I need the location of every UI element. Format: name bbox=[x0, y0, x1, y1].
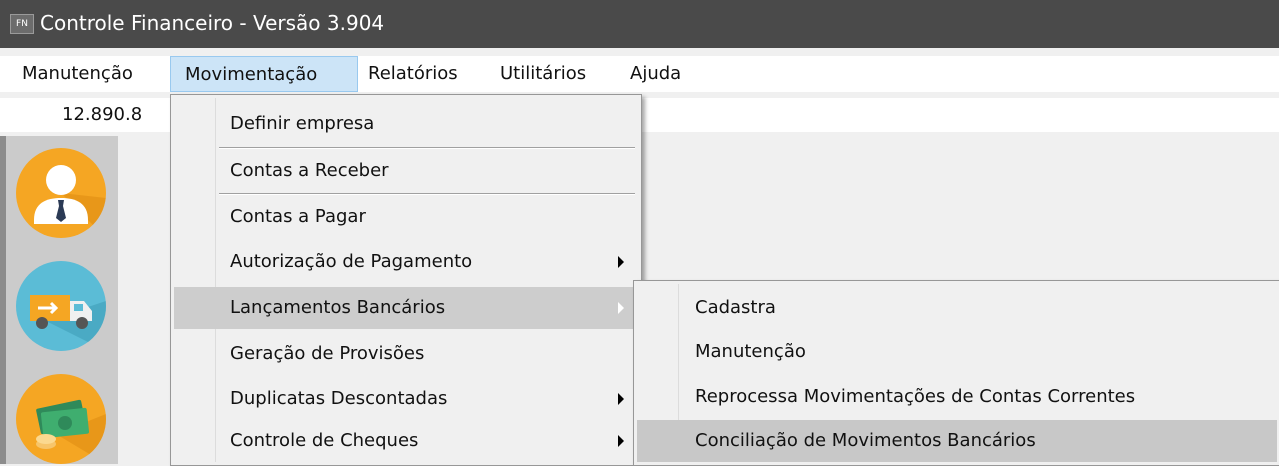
menu-utilitarios[interactable]: Utilitários bbox=[492, 56, 594, 92]
menu-item-label: Controle de Cheques bbox=[230, 430, 419, 451]
menu-separator bbox=[219, 147, 635, 149]
menu-item-label: Definir empresa bbox=[230, 113, 375, 134]
menu-separator bbox=[219, 193, 635, 195]
menu-manutencao[interactable]: Manutenção bbox=[14, 56, 141, 92]
menu-relatorios[interactable]: Relatórios bbox=[360, 56, 466, 92]
window-title: Controle Financeiro - Versão 3.904 bbox=[40, 11, 385, 35]
menu-item-label: Geração de Provisões bbox=[230, 343, 425, 364]
menu-item-geracao-de-provisoes[interactable]: Geração de Provisões bbox=[174, 333, 638, 375]
title-bar: FN Controle Financeiro - Versão 3.904 bbox=[0, 0, 1279, 48]
menu-item-label: Lançamentos Bancários bbox=[230, 297, 446, 318]
menu-item-label: Reprocessa Movimentações de Contas Corre… bbox=[695, 386, 1136, 407]
menu-item-cadastra[interactable]: Cadastra bbox=[637, 287, 1277, 329]
delivery-truck-icon[interactable] bbox=[16, 261, 106, 351]
menu-item-conciliacao-de-movimentos[interactable]: Conciliação de Movimentos Bancários bbox=[637, 420, 1277, 462]
lancamentos-bancarios-submenu: Cadastra Manutenção Reprocessa Movimenta… bbox=[633, 280, 1279, 466]
toolbar-edge bbox=[0, 136, 6, 464]
submenu-arrow-icon bbox=[618, 393, 624, 405]
menu-item-label: Manutenção bbox=[695, 341, 806, 362]
money-icon[interactable] bbox=[16, 374, 106, 464]
user-icon[interactable] bbox=[16, 148, 106, 238]
menu-item-label: Cadastra bbox=[695, 297, 776, 318]
app-icon[interactable]: FN bbox=[10, 14, 34, 34]
menu-item-controle-de-cheques[interactable]: Controle de Cheques bbox=[174, 420, 638, 462]
movimentacao-dropdown: Definir empresa Contas a Receber Contas … bbox=[170, 94, 642, 466]
menu-item-label: Duplicatas Descontadas bbox=[230, 388, 448, 409]
status-value: 12.890.8 bbox=[62, 104, 143, 125]
menu-item-contas-a-pagar[interactable]: Contas a Pagar bbox=[174, 196, 638, 238]
menu-item-contas-a-receber[interactable]: Contas a Receber bbox=[174, 150, 638, 192]
menu-item-label: Autorização de Pagamento bbox=[230, 251, 473, 272]
submenu-arrow-icon bbox=[618, 435, 624, 447]
menu-item-label: Contas a Pagar bbox=[230, 206, 366, 227]
menu-item-label: Contas a Receber bbox=[230, 160, 389, 181]
menu-ajuda[interactable]: Ajuda bbox=[622, 56, 689, 92]
menu-item-duplicatas-descontadas[interactable]: Duplicatas Descontadas bbox=[174, 378, 638, 420]
submenu-arrow-icon bbox=[618, 302, 624, 314]
left-toolbar bbox=[0, 136, 118, 464]
menu-item-lancamentos-bancarios[interactable]: Lançamentos Bancários bbox=[174, 287, 638, 329]
submenu-arrow-icon bbox=[618, 256, 624, 268]
menu-item-reprocessa-movimentacoes[interactable]: Reprocessa Movimentações de Contas Corre… bbox=[637, 376, 1277, 418]
menu-item-manutencao[interactable]: Manutenção bbox=[637, 331, 1277, 373]
menu-item-autorizacao-de-pagamento[interactable]: Autorização de Pagamento bbox=[174, 241, 638, 283]
menu-bar: Manutenção Movimentação Relatórios Utili… bbox=[0, 56, 1279, 92]
menu-movimentacao[interactable]: Movimentação bbox=[170, 56, 358, 92]
menu-item-definir-empresa[interactable]: Definir empresa bbox=[174, 103, 638, 145]
menu-item-label: Conciliação de Movimentos Bancários bbox=[695, 430, 1036, 451]
